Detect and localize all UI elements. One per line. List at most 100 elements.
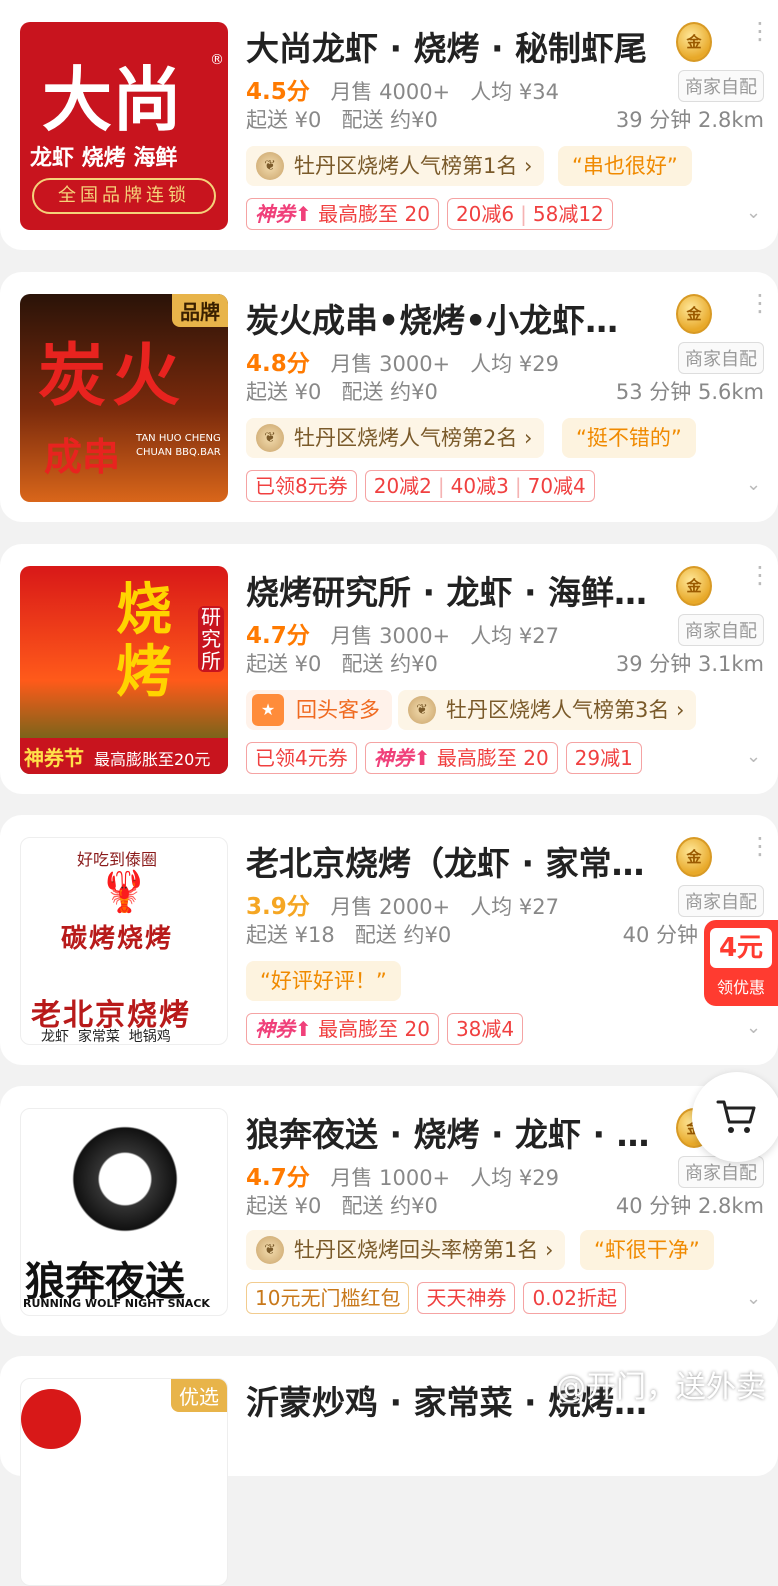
rating: 4.8分 xyxy=(246,351,310,377)
delivery-fee: 配送 约¥0 xyxy=(354,923,452,947)
time-distance: 39 分钟 3.1km xyxy=(615,652,764,676)
coupon-row[interactable]: 已领4元券 神券⬆ 最高膨至 20 29减1 xyxy=(246,742,642,774)
shop-stats: 4.7分 月售 1000+ 人均 ¥29 xyxy=(246,1158,559,1192)
coupon-tag[interactable]: 10元无门槛红包 xyxy=(246,1282,410,1314)
shop-card[interactable]: 品牌 炭火 成串 TAN HUO CHENG CHUAN BBQ.BAR 炭火成… xyxy=(0,272,778,522)
coupon-amount: 4元 xyxy=(710,928,772,968)
rank-label: 牡丹区烧烤人气榜第1名 xyxy=(294,154,518,178)
rating: 4.7分 xyxy=(246,623,310,649)
promo-banner-text: 最高膨胀至20元 xyxy=(94,750,211,769)
shop-thumbnail[interactable]: 品牌 炭火 成串 TAN HUO CHENG CHUAN BBQ.BAR xyxy=(20,294,228,502)
coupon-label: 20减2 xyxy=(373,474,432,498)
shop-stats: 4.8分 月售 3000+ 人均 ¥29 xyxy=(246,344,559,378)
coupon-row[interactable]: 10元无门槛红包 天天神券 0.02折起 xyxy=(246,1282,626,1314)
time-distance: 40 分钟 xyxy=(622,923,698,947)
coupon-tag[interactable]: 29减1 xyxy=(565,742,642,774)
delivery-type-badge: 商家自配 xyxy=(678,614,764,646)
coupon-tag[interactable]: 20减2 | 40减3 | 70减4 xyxy=(364,470,595,502)
shop-card[interactable]: 狼奔夜送 RUNNING WOLF NIGHT SNACK 狼奔夜送 · 烧烤 … xyxy=(0,1086,778,1336)
returning-customers-tag[interactable]: ★ 回头客多 xyxy=(246,690,392,730)
review-quote: “好评好评！” xyxy=(246,961,401,1001)
cart-icon xyxy=(716,1100,756,1133)
coupon-label: 58减12 xyxy=(532,202,604,226)
shen-label: 神券 xyxy=(255,1017,295,1041)
rank-badge[interactable]: ❦ 牡丹区烧烤回头率榜第1名 › xyxy=(246,1230,566,1270)
coupon-tag[interactable]: 神券⬆ 最高膨至 20 xyxy=(246,1013,439,1045)
shop-thumbnail[interactable]: 大尚 ® 龙虾 烧烤 海鲜 全国品牌连锁 xyxy=(20,22,228,230)
coupon-tag[interactable]: 天天神券 xyxy=(417,1282,516,1314)
thumb-logo-shape xyxy=(21,1389,81,1449)
shop-title[interactable]: 大尚龙虾 · 烧烤 · 秘制虾尾 xyxy=(246,22,666,70)
shop-title[interactable]: 狼奔夜送 · 烧烤 · 龙虾 · … xyxy=(246,1108,666,1156)
coupon-row[interactable]: 神券⬆ 最高膨至 20 20减6 | 58减12 xyxy=(246,198,613,230)
cart-button[interactable] xyxy=(692,1072,778,1162)
lobster-icon: 🦞 xyxy=(99,869,149,915)
chevron-down-icon[interactable]: ⌄ xyxy=(746,1017,761,1038)
thumb-corner-badge: 优选 xyxy=(171,1379,227,1412)
promo-banner: 神券节 最高膨胀至20元 xyxy=(20,738,228,774)
coupon-tag[interactable]: 38减4 xyxy=(446,1013,524,1045)
thumb-subtitle: 成串 xyxy=(44,435,121,479)
coupon-row[interactable]: 神券⬆ 最高膨至 20 38减4 xyxy=(246,1013,524,1045)
shop-title[interactable]: 老北京烧烤（龙虾 · 家常… xyxy=(246,837,666,885)
coupon-tag[interactable]: 神券⬆ 最高膨至 20 xyxy=(364,742,558,774)
shop-card[interactable]: 烧烤 研究所 神券节 最高膨胀至20元 烧烤研究所 · 龙虾 · 海鲜… 金 ⋮… xyxy=(0,544,778,794)
delivery-info: 起送 ¥0 配送 约¥0 xyxy=(246,1190,438,1220)
coupon-label: 40减3 xyxy=(450,474,509,498)
gold-medal-icon: 金 xyxy=(676,837,712,877)
shop-stats: 3.9分 月售 2000+ 人均 ¥27 xyxy=(246,887,559,921)
coupon-tag[interactable]: 神券⬆ 最高膨至 20 xyxy=(246,198,439,230)
review-quote: “虾很干净” xyxy=(580,1230,714,1270)
registered-mark: ® xyxy=(210,52,224,68)
shop-stats: 4.7分 月售 3000+ 人均 ¥27 xyxy=(246,616,559,650)
time-distance: 53 分钟 5.6km xyxy=(615,380,764,404)
delivery-type-badge: 商家自配 xyxy=(678,1156,764,1188)
more-options-icon[interactable]: ⋮ xyxy=(748,563,772,587)
bookmark-star-icon: ★ xyxy=(252,694,284,726)
floating-coupon-button[interactable]: 4元 领优惠 xyxy=(704,920,778,1006)
thumb-subtitle: 龙虾 家常菜 地锅鸡 xyxy=(41,1029,171,1045)
coupon-tag[interactable]: 已领8元券 xyxy=(246,470,357,502)
coupon-row[interactable]: 已领8元券 20减2 | 40减3 | 70减4 xyxy=(246,470,595,502)
rank-medal-icon: ❦ xyxy=(256,1236,284,1264)
shop-title[interactable]: 炭火成串•烧烤•小龙虾… xyxy=(246,294,666,342)
chevron-down-icon[interactable]: ⌄ xyxy=(746,474,761,495)
delivery-info: 起送 ¥0 配送 约¥0 xyxy=(246,376,438,406)
shop-thumbnail[interactable]: 优选 xyxy=(20,1378,228,1586)
rank-badge[interactable]: ❦ 牡丹区烧烤人气榜第1名 › xyxy=(246,146,545,186)
chevron-down-icon[interactable]: ⌄ xyxy=(746,746,761,767)
more-options-icon[interactable]: ⋮ xyxy=(748,19,772,43)
thumb-side-text: 研究所 xyxy=(198,606,224,672)
rating: 3.9分 xyxy=(246,894,310,920)
arrow-up-icon: ⬆ xyxy=(295,1017,312,1041)
delivery-fee: 配送 约¥0 xyxy=(341,108,438,132)
wolf-logo-icon xyxy=(65,1119,185,1239)
chevron-down-icon[interactable]: ⌄ xyxy=(746,202,761,223)
thumb-brand-text: 烧烤 xyxy=(116,578,172,705)
coupon-label: 20减6 xyxy=(455,202,515,226)
rank-badge[interactable]: ❦ 牡丹区烧烤人气榜第3名 › xyxy=(398,690,697,730)
delivery-info: 起送 ¥0 配送 约¥0 xyxy=(246,648,438,678)
gold-medal-icon: 金 xyxy=(676,22,712,62)
coupon-tag[interactable]: 已领4元券 xyxy=(246,742,357,774)
shop-thumbnail[interactable]: 狼奔夜送 RUNNING WOLF NIGHT SNACK xyxy=(20,1108,228,1316)
average-price: 人均 ¥29 xyxy=(470,352,559,376)
thumb-mid-text: 碳烤烧烤 xyxy=(61,924,174,954)
more-options-icon[interactable]: ⋮ xyxy=(748,834,772,858)
shop-thumbnail[interactable]: 烧烤 研究所 神券节 最高膨胀至20元 xyxy=(20,566,228,774)
more-options-icon[interactable]: ⋮ xyxy=(748,291,772,315)
thumb-brand-text: 大尚 xyxy=(42,58,182,141)
shop-card[interactable]: 好吃到傣圈 🦞 碳烤烧烤 老北京烧烤 龙虾 家常菜 地锅鸡 老北京烧烤（龙虾 ·… xyxy=(0,815,778,1065)
shop-card[interactable]: 大尚 ® 龙虾 烧烤 海鲜 全国品牌连锁 大尚龙虾 · 烧烤 · 秘制虾尾 金 … xyxy=(0,0,778,250)
thumb-subtitle: 龙虾 烧烤 海鲜 xyxy=(30,146,178,171)
coupon-tag[interactable]: 20减6 | 58减12 xyxy=(446,198,613,230)
monthly-sales: 月售 4000+ xyxy=(330,80,451,104)
shop-title[interactable]: 烧烤研究所 · 龙虾 · 海鲜… xyxy=(246,566,666,614)
coupon-tag[interactable]: 0.02折起 xyxy=(523,1282,626,1314)
shop-thumbnail[interactable]: 好吃到傣圈 🦞 碳烤烧烤 老北京烧烤 龙虾 家常菜 地锅鸡 xyxy=(20,837,228,1045)
thumb-en: RUNNING WOLF NIGHT SNACK xyxy=(23,1297,210,1310)
rank-badge[interactable]: ❦ 牡丹区烧烤人气榜第2名 › xyxy=(246,418,545,458)
chevron-down-icon[interactable]: ⌄ xyxy=(746,1288,761,1309)
shen-label: 神券 xyxy=(255,202,295,226)
delivery-fee: 配送 约¥0 xyxy=(341,1194,438,1218)
